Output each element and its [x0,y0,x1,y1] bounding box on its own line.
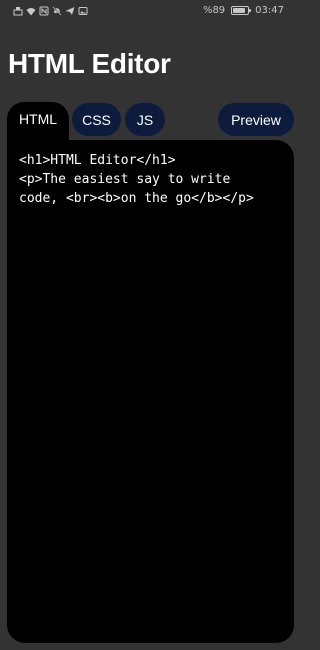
send-icon [65,6,75,16]
preview-button[interactable]: Preview [218,103,294,136]
tab-js-label: JS [136,111,154,128]
code-line: <h1>HTML Editor</h1> [19,153,176,168]
battery-percent: %89 [202,5,226,16]
gallery-icon [78,6,88,16]
code-line: <p>The easiest say to write [19,172,231,187]
nfc-icon [39,6,49,16]
tab-html-label: HTML [18,111,58,127]
status-bar: %89 03:47 [0,0,300,26]
status-right: %89 03:47 [203,5,284,16]
tab-css-label: CSS [82,111,111,128]
wifi-icon [26,6,36,16]
status-time: 03:47 [255,5,284,16]
page-title: HTML Editor [8,48,171,79]
mute-icon [52,6,62,16]
battery-icon [231,6,252,15]
status-icons [13,6,88,16]
tab-js[interactable]: JS [125,103,165,136]
battery-fill [233,8,246,13]
code-line: code, <br><b>on the go</b></p> [19,191,254,206]
app-screen: %89 03:47 HTML Editor HTML CSS JS Previe… [0,0,300,650]
tab-css[interactable]: CSS [72,103,121,136]
tab-html[interactable]: HTML [7,102,69,150]
code-editor[interactable]: <h1>HTML Editor</h1> <p>The easiest say … [7,140,294,643]
ethernet-icon [13,6,23,16]
preview-button-label: Preview [231,111,281,128]
